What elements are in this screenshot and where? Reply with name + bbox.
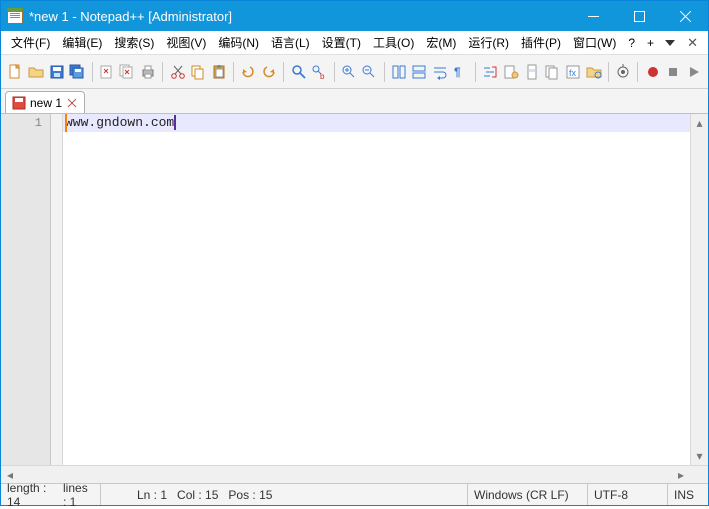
scroll-track[interactable] <box>691 132 708 447</box>
close-button[interactable] <box>662 1 708 31</box>
print-icon[interactable] <box>140 62 157 82</box>
svg-text:b: b <box>320 72 325 80</box>
text-caret <box>174 115 176 130</box>
menu-search[interactable]: 搜索(S) <box>108 31 160 54</box>
replace-icon[interactable]: b <box>311 62 328 82</box>
svg-text:¶: ¶ <box>454 65 461 79</box>
play-macro-icon[interactable] <box>685 62 702 82</box>
menu-file[interactable]: 文件(F) <box>5 31 56 54</box>
status-insert-mode[interactable]: INS <box>668 484 708 505</box>
tab-bar: new 1 <box>1 89 708 113</box>
wrap-icon[interactable] <box>432 62 449 82</box>
stop-macro-icon[interactable] <box>665 62 682 82</box>
scroll-corner <box>690 466 708 483</box>
scroll-down-icon[interactable]: ▾ <box>691 447 708 465</box>
doc-map-icon[interactable] <box>523 62 540 82</box>
change-marker <box>65 114 67 132</box>
toolbar-separator <box>384 62 385 82</box>
toolbar-separator <box>475 62 476 82</box>
editor-area: 1 www.gndown.com ▴ ▾ <box>1 113 708 465</box>
minimize-button[interactable] <box>570 1 616 31</box>
lang-user-icon[interactable] <box>503 62 520 82</box>
toolbar-overflow-icon[interactable] <box>665 40 675 46</box>
close-all-icon[interactable] <box>119 62 136 82</box>
close-file-icon[interactable] <box>98 62 115 82</box>
cut-icon[interactable] <box>169 62 186 82</box>
folder-workspace-icon[interactable] <box>585 62 602 82</box>
status-position: Ln : 1 Col : 15 Pos : 15 <box>101 484 468 505</box>
zoom-in-icon[interactable] <box>340 62 357 82</box>
copy-icon[interactable] <box>190 62 207 82</box>
maximize-button[interactable] <box>616 1 662 31</box>
status-bar: length : 14 lines : 1 Ln : 1 Col : 15 Po… <box>1 483 708 505</box>
save-all-icon[interactable] <box>69 62 86 82</box>
menu-help[interactable]: ? <box>622 33 641 53</box>
menu-newdoc[interactable]: + <box>641 33 660 53</box>
window-controls <box>570 1 708 31</box>
scroll-up-icon[interactable]: ▴ <box>691 114 708 132</box>
toolbar-separator <box>233 62 234 82</box>
tab-unsaved-icon <box>12 96 26 110</box>
menu-tools[interactable]: 工具(O) <box>367 31 420 54</box>
tab-label: new 1 <box>30 96 62 110</box>
sync-v-icon[interactable] <box>390 62 407 82</box>
monitor-icon[interactable] <box>615 62 632 82</box>
scroll-right-icon[interactable]: ▸ <box>672 466 690 483</box>
text-editor[interactable]: www.gndown.com <box>63 114 690 465</box>
open-file-icon[interactable] <box>28 62 45 82</box>
horizontal-scrollbar[interactable]: ◂ ▸ <box>1 465 708 483</box>
indent-guide-icon[interactable] <box>482 62 499 82</box>
editor-line[interactable]: www.gndown.com <box>63 114 690 132</box>
status-length: length : 14 lines : 1 <box>1 484 101 505</box>
toolbar-separator <box>283 62 284 82</box>
menu-macro[interactable]: 宏(M) <box>420 31 462 54</box>
zoom-out-icon[interactable] <box>361 62 378 82</box>
toolbar-separator <box>637 62 638 82</box>
tab-new1[interactable]: new 1 <box>5 91 85 113</box>
toolbar-separator <box>162 62 163 82</box>
tab-close-icon[interactable] <box>66 97 78 109</box>
menu-encoding[interactable]: 编码(N) <box>212 31 265 54</box>
menu-edit[interactable]: 编辑(E) <box>56 31 108 54</box>
window-title: *new 1 - Notepad++ [Administrator] <box>29 9 570 24</box>
paste-icon[interactable] <box>211 62 228 82</box>
line-number: 1 <box>1 114 50 132</box>
sync-h-icon[interactable] <box>411 62 428 82</box>
toolbar-separator <box>608 62 609 82</box>
record-macro-icon[interactable] <box>644 62 661 82</box>
menu-language[interactable]: 语言(L) <box>265 31 316 54</box>
show-all-chars-icon[interactable]: ¶ <box>452 62 469 82</box>
scroll-track-h[interactable] <box>19 466 672 483</box>
menu-view[interactable]: 视图(V) <box>160 31 212 54</box>
doc-list-icon[interactable] <box>544 62 561 82</box>
menu-window[interactable]: 窗口(W) <box>567 31 622 54</box>
title-bar: *new 1 - Notepad++ [Administrator] <box>1 1 708 31</box>
editor-text: www.gndown.com <box>65 115 174 130</box>
app-icon <box>7 8 23 24</box>
status-encoding[interactable]: UTF-8 <box>588 484 668 505</box>
svg-text:fx: fx <box>569 68 577 78</box>
toolbar-separator <box>92 62 93 82</box>
menu-plugins[interactable]: 插件(P) <box>515 31 567 54</box>
status-eol[interactable]: Windows (CR LF) <box>468 484 588 505</box>
redo-icon[interactable] <box>261 62 278 82</box>
toolbar-separator <box>334 62 335 82</box>
toolbar: b ¶ fx <box>1 55 708 89</box>
fold-margin[interactable] <box>51 114 63 465</box>
vertical-scrollbar[interactable]: ▴ ▾ <box>690 114 708 465</box>
undo-icon[interactable] <box>240 62 257 82</box>
close-x-icon[interactable]: ✕ <box>687 35 698 51</box>
menu-bar: 文件(F) 编辑(E) 搜索(S) 视图(V) 编码(N) 语言(L) 设置(T… <box>1 31 708 55</box>
function-list-icon[interactable]: fx <box>565 62 582 82</box>
find-icon[interactable] <box>290 62 307 82</box>
save-icon[interactable] <box>48 62 65 82</box>
line-number-gutter: 1 <box>1 114 51 465</box>
menu-run[interactable]: 运行(R) <box>462 31 515 54</box>
menu-settings[interactable]: 设置(T) <box>316 31 367 54</box>
new-file-icon[interactable] <box>7 62 24 82</box>
